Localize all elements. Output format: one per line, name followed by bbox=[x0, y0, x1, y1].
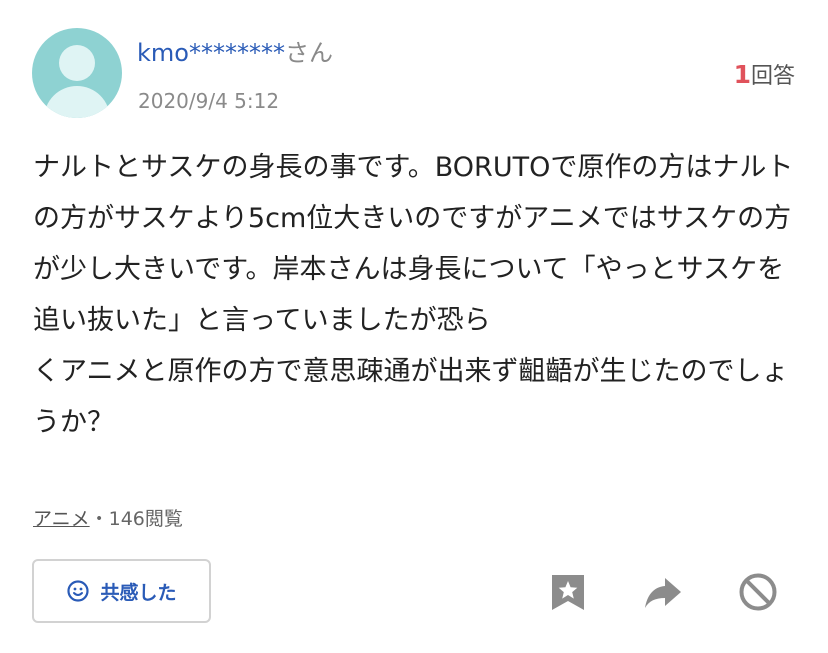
smile-icon bbox=[67, 580, 90, 602]
answer-count-number: 1 bbox=[733, 60, 751, 89]
avatar-body-shape bbox=[44, 86, 110, 118]
user-name[interactable]: kmo********さん bbox=[137, 38, 333, 68]
empathy-button[interactable]: 共感した bbox=[32, 559, 211, 623]
question-meta: アニメ・146閲覧 bbox=[33, 504, 183, 534]
share-arrow-icon[interactable] bbox=[643, 572, 683, 612]
prohibited-icon[interactable] bbox=[738, 572, 778, 612]
question-body: ナルトとサスケの身長の事です。BORUTOで原作の方はナルトの方がサスケより5c… bbox=[33, 142, 798, 448]
answer-count-label: 回答 bbox=[750, 64, 795, 89]
user-avatar[interactable] bbox=[32, 28, 122, 118]
avatar-head-shape bbox=[59, 45, 95, 81]
user-handle[interactable]: kmo******** bbox=[137, 39, 285, 67]
view-count: ・146閲覧 bbox=[89, 508, 183, 530]
answer-count[interactable]: 1回答 bbox=[734, 60, 795, 92]
question-paragraph: くアニメと原作の方で意思疎通が出来ず齟齬が生じたのでしょうか？ bbox=[33, 356, 789, 438]
bookmark-star-icon[interactable] bbox=[548, 572, 588, 612]
empathy-label: 共感した bbox=[100, 581, 177, 604]
category-link[interactable]: アニメ bbox=[33, 508, 90, 530]
question-paragraph: ナルトとサスケの身長の事です。BORUTOで原作の方はナルトの方がサスケより5c… bbox=[33, 152, 794, 336]
post-date: 2020/9/4 5:12 bbox=[138, 89, 280, 113]
user-suffix: さん bbox=[284, 39, 333, 67]
